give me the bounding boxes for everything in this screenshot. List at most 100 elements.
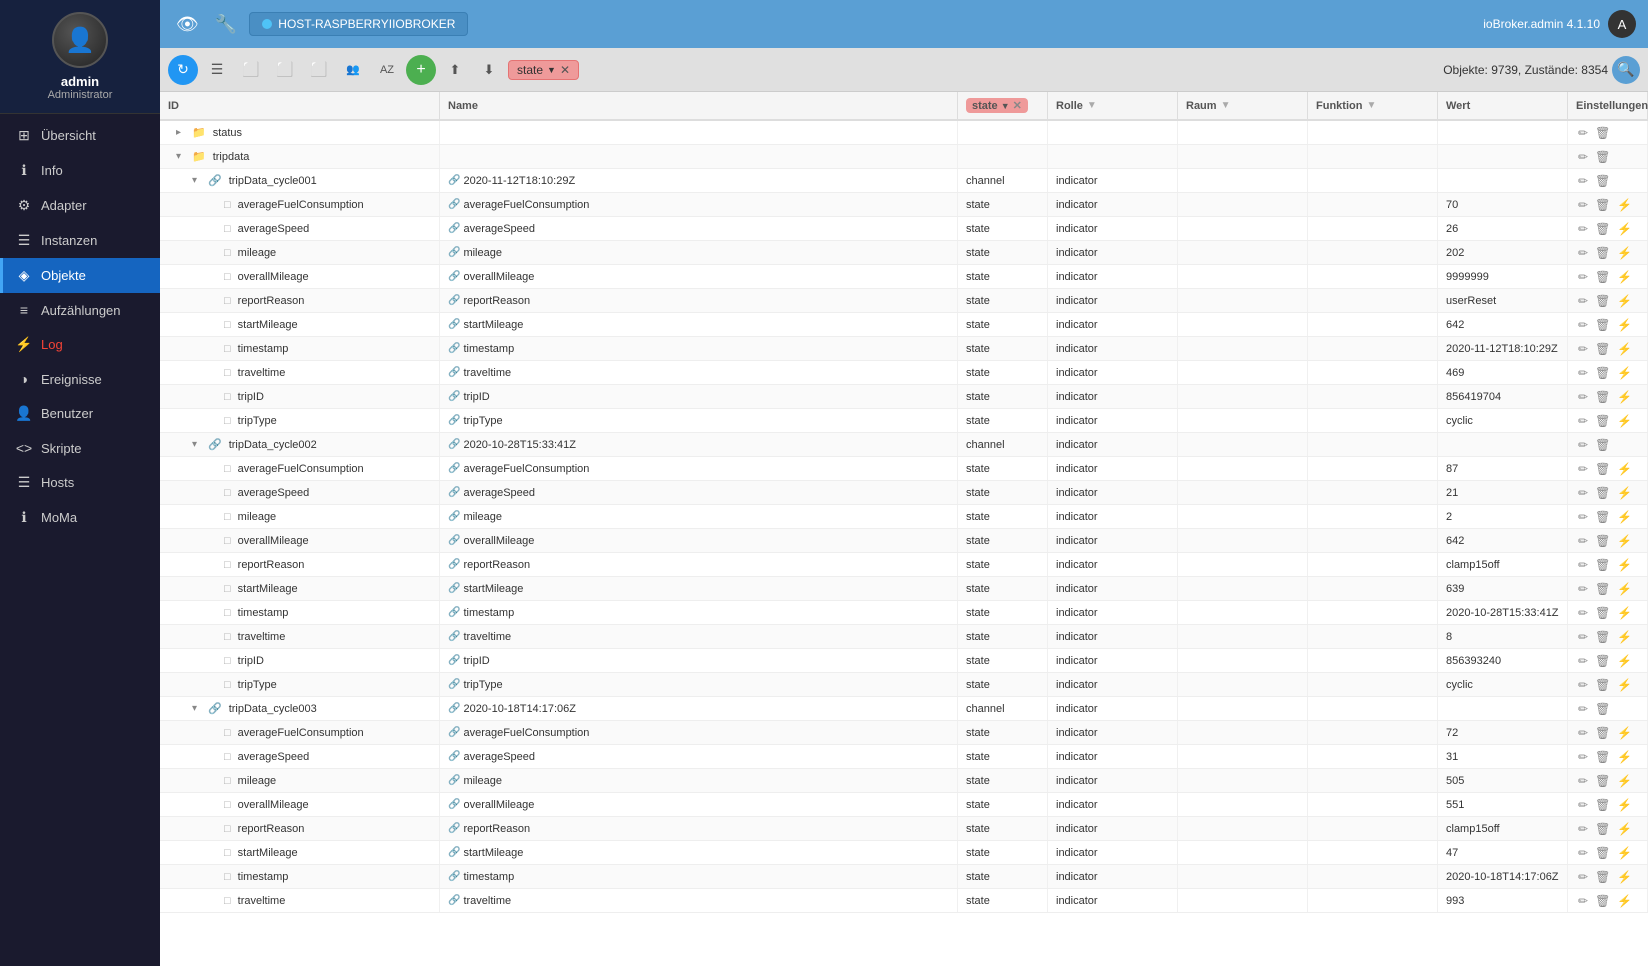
info-row-button[interactable]: ⚡ <box>1615 389 1634 405</box>
sidebar-item-info[interactable]: ℹInfo <box>0 153 160 188</box>
edit-row-button[interactable]: ✏ <box>1576 749 1590 765</box>
th-wert[interactable]: Wert <box>1438 92 1568 119</box>
info-row-button[interactable]: ⚡ <box>1615 605 1634 621</box>
info-row-button[interactable]: ⚡ <box>1615 509 1634 525</box>
info-row-button[interactable]: ⚡ <box>1615 893 1634 909</box>
edit-row-button[interactable]: ✏ <box>1576 125 1590 141</box>
info-row-button[interactable]: ⚡ <box>1615 581 1634 597</box>
delete-row-button[interactable]: 🗑 <box>1593 773 1612 789</box>
sidebar-item-adapter[interactable]: ⚙Adapter <box>0 188 160 223</box>
sidebar-item-skripte[interactable]: <>Skripte <box>0 431 160 465</box>
edit-row-button[interactable]: ✏ <box>1576 797 1590 813</box>
refresh-button[interactable]: ↻ <box>168 55 198 85</box>
info-row-button[interactable]: ⚡ <box>1615 245 1634 261</box>
info-row-button[interactable]: ⚡ <box>1615 869 1634 885</box>
edit-row-button[interactable]: ✏ <box>1576 317 1590 333</box>
sidebar-item-hosts[interactable]: ☰Hosts <box>0 465 160 500</box>
edit-row-button[interactable]: ✏ <box>1576 653 1590 669</box>
info-row-button[interactable]: ⚡ <box>1615 197 1634 213</box>
view-button-3[interactable]: ⬜ <box>304 55 334 85</box>
delete-row-button[interactable]: 🗑 <box>1593 317 1612 333</box>
edit-row-button[interactable]: ✏ <box>1576 725 1590 741</box>
info-row-button[interactable]: ⚡ <box>1615 725 1634 741</box>
delete-row-button[interactable]: 🗑 <box>1593 125 1612 141</box>
edit-row-button[interactable]: ✏ <box>1576 293 1590 309</box>
sidebar-item-instanzen[interactable]: ☰Instanzen <box>0 223 160 258</box>
info-row-button[interactable]: ⚡ <box>1615 749 1634 765</box>
delete-row-button[interactable]: 🗑 <box>1593 413 1612 429</box>
info-row-button[interactable]: ⚡ <box>1615 629 1634 645</box>
info-row-button[interactable]: ⚡ <box>1615 413 1634 429</box>
edit-row-button[interactable]: ✏ <box>1576 605 1590 621</box>
expand-button[interactable]: ▾ <box>192 703 204 714</box>
th-id[interactable]: ID <box>160 92 440 119</box>
edit-row-button[interactable]: ✏ <box>1576 197 1590 213</box>
info-row-button[interactable]: ⚡ <box>1615 485 1634 501</box>
delete-row-button[interactable]: 🗑 <box>1593 653 1612 669</box>
delete-row-button[interactable]: 🗑 <box>1593 389 1612 405</box>
delete-row-button[interactable]: 🗑 <box>1593 509 1612 525</box>
info-row-button[interactable]: ⚡ <box>1615 773 1634 789</box>
expand-button[interactable]: ▾ <box>192 175 204 186</box>
delete-row-button[interactable]: 🗑 <box>1593 845 1612 861</box>
user-avatar-icon[interactable]: A <box>1608 10 1636 38</box>
expand-button[interactable]: ▾ <box>192 439 204 450</box>
sidebar-item-aufzahlungen[interactable]: ≡Aufzählungen <box>0 293 160 327</box>
sidebar-item-ubersicht[interactable]: ⊞Übersicht <box>0 118 160 153</box>
info-row-button[interactable]: ⚡ <box>1615 653 1634 669</box>
th-einstellungen[interactable]: Einstellungen▼ <box>1568 92 1648 119</box>
view-button-1[interactable]: ⬜ <box>236 55 266 85</box>
delete-row-button[interactable]: 🗑 <box>1593 701 1612 717</box>
edit-row-button[interactable]: ✏ <box>1576 821 1590 837</box>
expand-button[interactable]: ▸ <box>176 127 188 138</box>
delete-row-button[interactable]: 🗑 <box>1593 197 1612 213</box>
edit-row-button[interactable]: ✏ <box>1576 893 1590 909</box>
sidebar-item-benutzer[interactable]: 👤Benutzer <box>0 396 160 431</box>
sort-az-button[interactable]: AZ <box>372 55 402 85</box>
edit-row-button[interactable]: ✏ <box>1576 413 1590 429</box>
delete-row-button[interactable]: 🗑 <box>1593 557 1612 573</box>
upload-button[interactable]: ⬆ <box>440 55 470 85</box>
filter-close-icon[interactable]: ✕ <box>560 63 570 77</box>
edit-row-button[interactable]: ✏ <box>1576 365 1590 381</box>
info-row-button[interactable]: ⚡ <box>1615 797 1634 813</box>
edit-row-button[interactable]: ✏ <box>1576 173 1590 189</box>
download-button[interactable]: ⬇ <box>474 55 504 85</box>
delete-row-button[interactable]: 🗑 <box>1593 221 1612 237</box>
edit-row-button[interactable]: ✏ <box>1576 581 1590 597</box>
delete-row-button[interactable]: 🗑 <box>1593 869 1612 885</box>
edit-row-button[interactable]: ✏ <box>1576 485 1590 501</box>
info-row-button[interactable]: ⚡ <box>1615 821 1634 837</box>
delete-row-button[interactable]: 🗑 <box>1593 677 1612 693</box>
edit-row-button[interactable]: ✏ <box>1576 629 1590 645</box>
info-row-button[interactable]: ⚡ <box>1615 293 1634 309</box>
delete-row-button[interactable]: 🗑 <box>1593 893 1612 909</box>
th-name[interactable]: Name <box>440 92 958 119</box>
add-button[interactable]: + <box>406 55 436 85</box>
delete-row-button[interactable]: 🗑 <box>1593 749 1612 765</box>
delete-row-button[interactable]: 🗑 <box>1593 821 1612 837</box>
delete-row-button[interactable]: 🗑 <box>1593 797 1612 813</box>
info-row-button[interactable]: ⚡ <box>1615 557 1634 573</box>
th-raum[interactable]: Raum▼ <box>1178 92 1308 119</box>
info-row-button[interactable]: ⚡ <box>1615 461 1634 477</box>
delete-row-button[interactable]: 🗑 <box>1593 725 1612 741</box>
delete-row-button[interactable]: 🗑 <box>1593 293 1612 309</box>
edit-row-button[interactable]: ✏ <box>1576 341 1590 357</box>
search-button[interactable]: 🔍 <box>1612 56 1640 84</box>
delete-row-button[interactable]: 🗑 <box>1593 437 1612 453</box>
list-view-button[interactable]: ☰ <box>202 55 232 85</box>
edit-row-button[interactable]: ✏ <box>1576 221 1590 237</box>
info-row-button[interactable]: ⚡ <box>1615 341 1634 357</box>
delete-row-button[interactable]: 🗑 <box>1593 365 1612 381</box>
edit-row-button[interactable]: ✏ <box>1576 269 1590 285</box>
delete-row-button[interactable]: 🗑 <box>1593 341 1612 357</box>
sidebar-item-moma[interactable]: ℹMoMa <box>0 500 160 535</box>
info-row-button[interactable]: ⚡ <box>1615 845 1634 861</box>
sidebar-item-ereignisse[interactable]: ◑Ereignisse <box>0 362 160 396</box>
delete-row-button[interactable]: 🗑 <box>1593 605 1612 621</box>
edit-row-button[interactable]: ✏ <box>1576 869 1590 885</box>
info-row-button[interactable]: ⚡ <box>1615 533 1634 549</box>
info-row-button[interactable]: ⚡ <box>1615 221 1634 237</box>
view-button-2[interactable]: ⬜ <box>270 55 300 85</box>
